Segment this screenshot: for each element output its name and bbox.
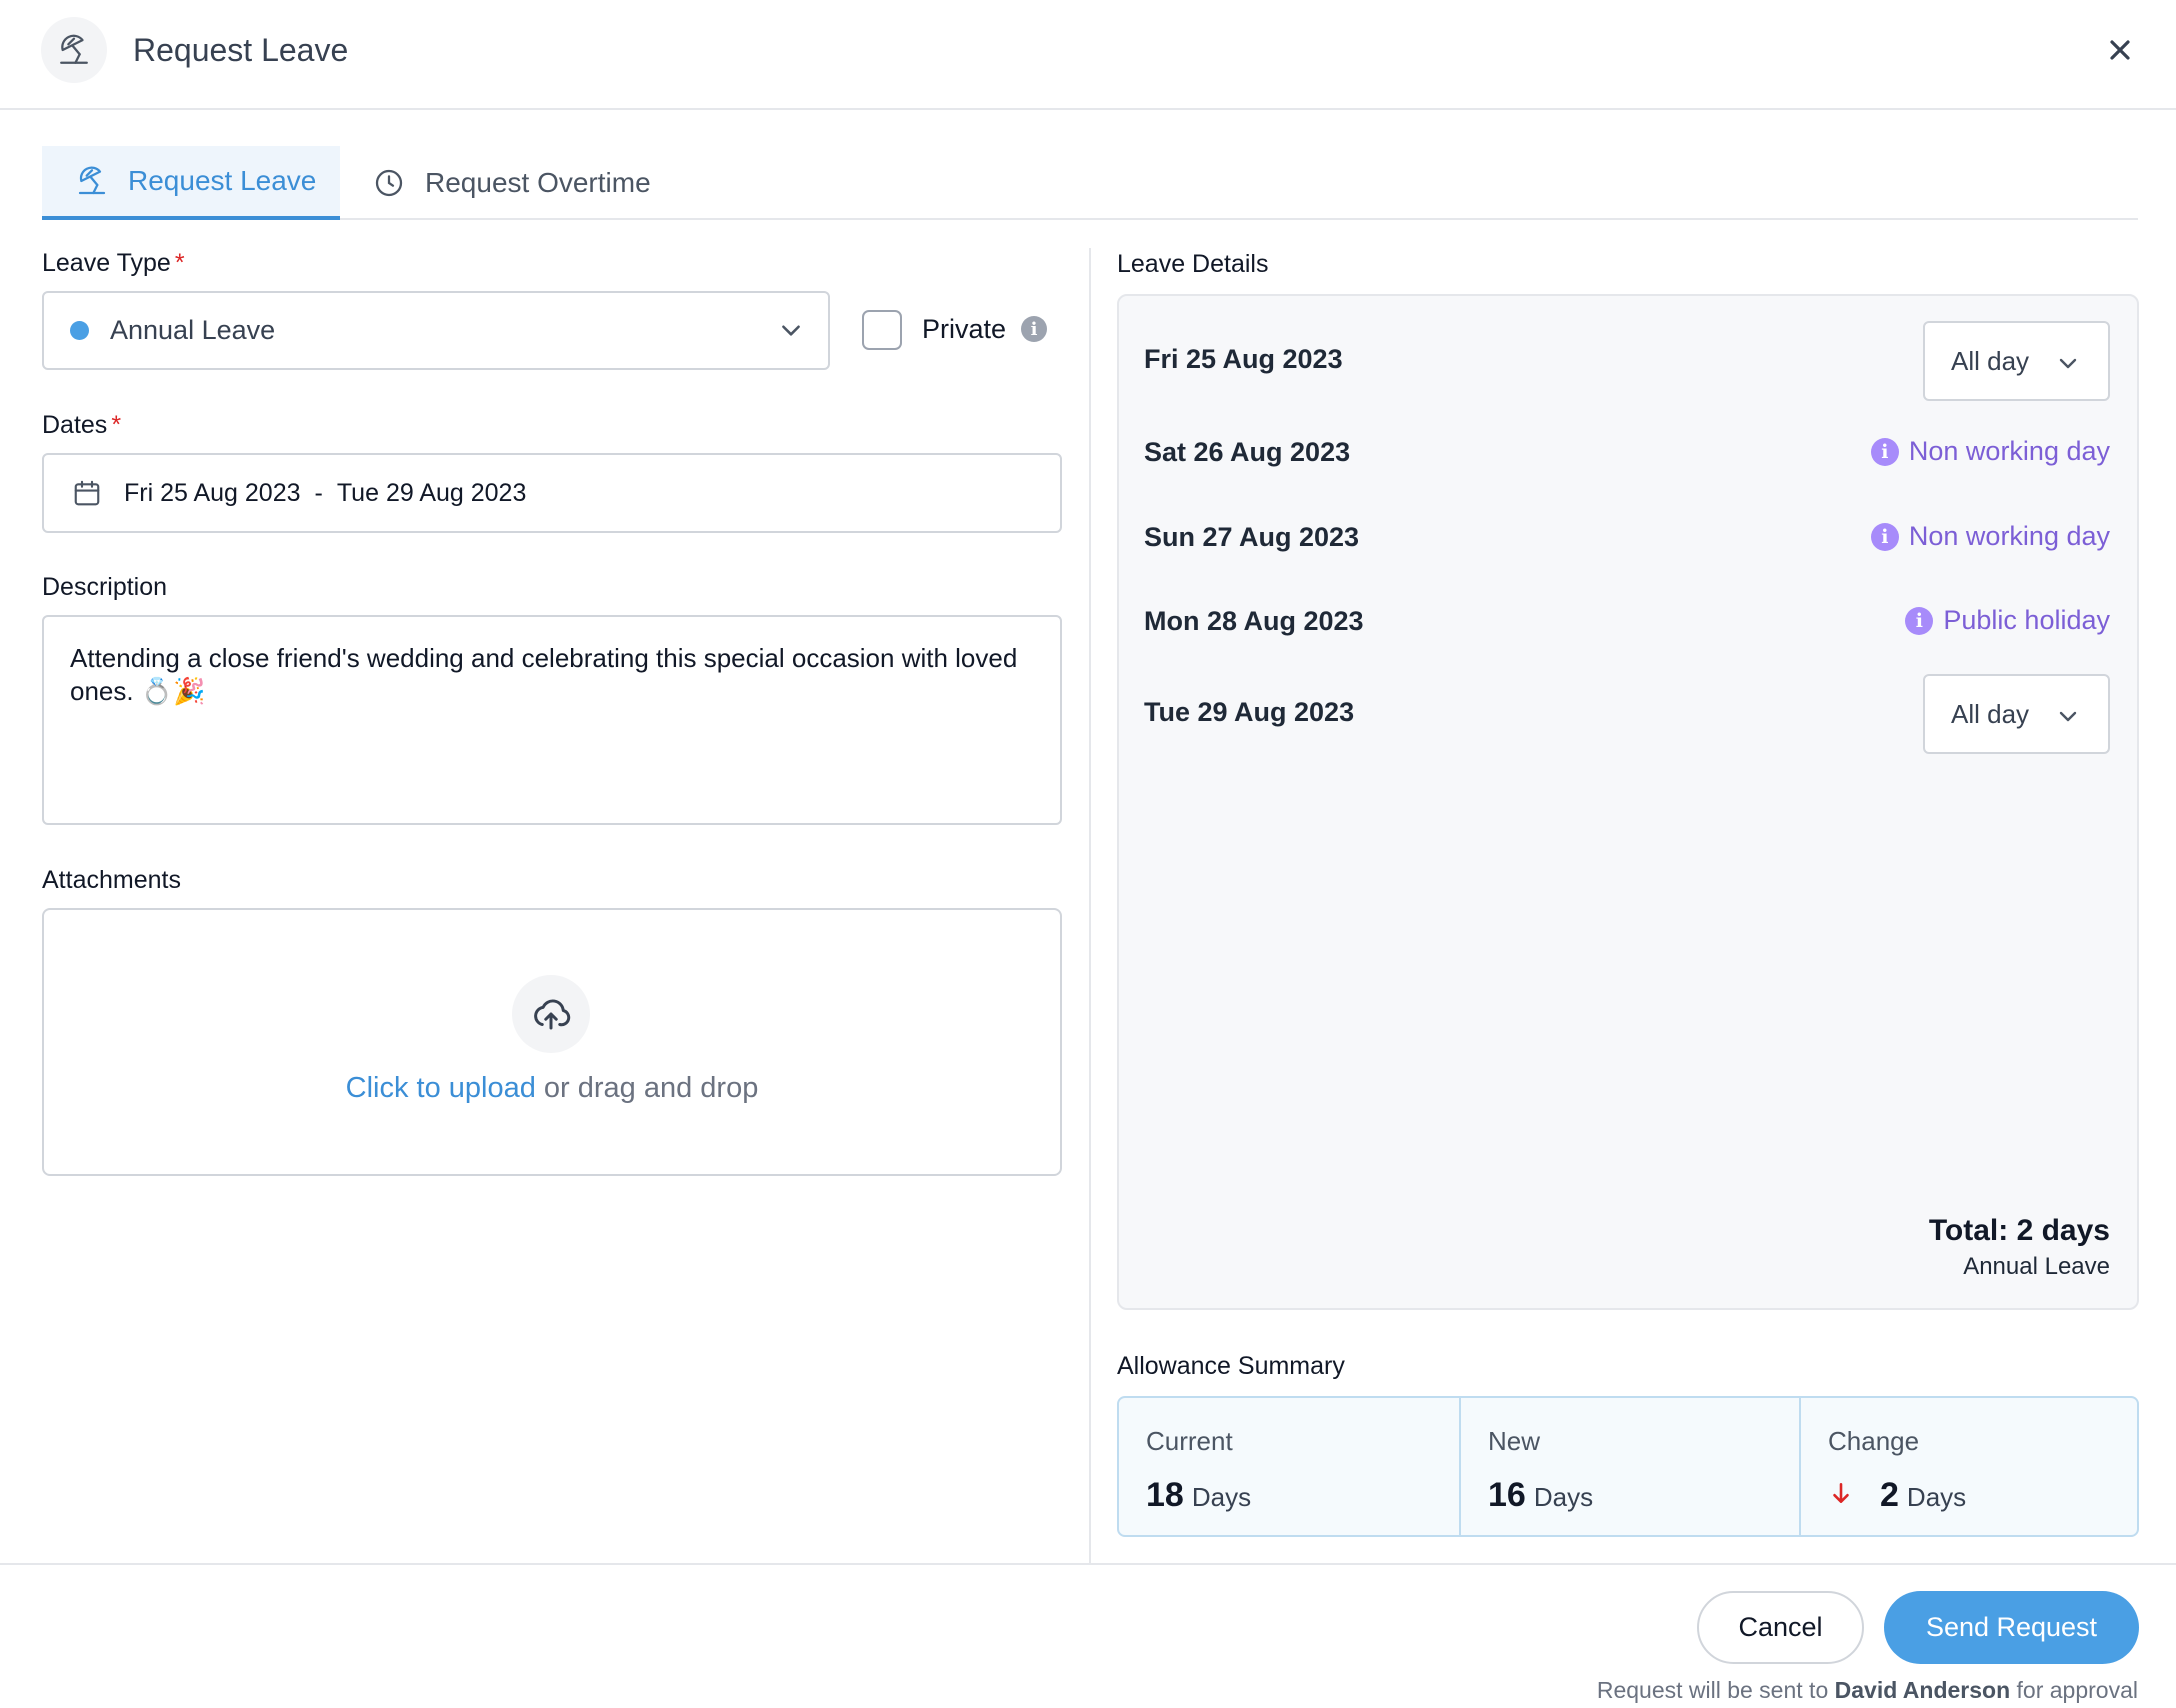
approval-note-prefix: Request will be sent to bbox=[1596, 1677, 1829, 1703]
allowance-value: 16 bbox=[1488, 1476, 1526, 1514]
attachments-label: Attachments bbox=[42, 866, 181, 894]
allowance-unit: Days bbox=[1533, 1482, 1594, 1512]
date-start: Fri 25 Aug 2023 bbox=[124, 478, 301, 507]
leave-total: Total: 2 days bbox=[1928, 1214, 2110, 1247]
day-status: i Non working day bbox=[1870, 436, 2110, 467]
day-status: i Public holiday bbox=[1905, 605, 2110, 636]
info-icon: i bbox=[1870, 522, 1899, 551]
day-duration-select[interactable]: All day bbox=[1923, 321, 2110, 401]
allowance-label: New bbox=[1488, 1426, 1541, 1456]
leave-type-value: Annual Leave bbox=[110, 315, 276, 345]
leave-total-type: Annual Leave bbox=[1963, 1253, 2110, 1280]
leave-type-color-dot bbox=[70, 321, 89, 340]
allowance-value: 2 bbox=[1880, 1476, 1899, 1514]
allowance-summary: Current 18 Days New 16 Days Change 2 Day… bbox=[1117, 1396, 2139, 1537]
allowance-value: 18 bbox=[1146, 1476, 1184, 1514]
description-textarea[interactable]: Attending a close friend's wedding and c… bbox=[42, 615, 1062, 825]
send-request-button[interactable]: Send Request bbox=[1884, 1591, 2139, 1664]
day-duration-value: All day bbox=[1951, 345, 2030, 376]
umbrella-icon bbox=[76, 165, 108, 197]
day-date: Sun 27 Aug 2023 bbox=[1144, 522, 1360, 552]
cancel-button[interactable]: Cancel bbox=[1697, 1591, 1864, 1664]
day-status-text: Non working day bbox=[1908, 521, 2110, 551]
chevron-down-icon bbox=[2059, 711, 2077, 722]
allowance-summary-title: Allowance Summary bbox=[1117, 1352, 1345, 1380]
day-duration-value: All day bbox=[1951, 698, 2030, 729]
day-date: Sat 26 Aug 2023 bbox=[1144, 437, 1351, 467]
footer-divider bbox=[0, 1563, 2176, 1565]
drag-drop-text: or drag and drop bbox=[543, 1072, 759, 1104]
info-icon[interactable]: i bbox=[1021, 316, 1047, 342]
chevron-down-icon bbox=[2059, 358, 2077, 369]
column-divider bbox=[1089, 248, 1091, 1564]
date-end: Tue 29 Aug 2023 bbox=[336, 478, 527, 507]
required-mark: * bbox=[111, 411, 122, 439]
private-label: Private bbox=[922, 314, 1007, 344]
allowance-label: Current bbox=[1146, 1426, 1233, 1456]
day-duration-select[interactable]: All day bbox=[1923, 674, 2110, 754]
leave-details-title: Leave Details bbox=[1117, 250, 1269, 278]
allowance-new: New 16 Days bbox=[1459, 1398, 1799, 1535]
info-icon: i bbox=[1905, 606, 1934, 635]
clock-icon bbox=[373, 167, 405, 199]
tab-label: Request Leave bbox=[128, 165, 317, 196]
leave-type-select[interactable]: Annual Leave bbox=[42, 291, 830, 370]
leave-type-label: Leave Type * bbox=[42, 249, 185, 277]
description-label: Description bbox=[42, 573, 168, 601]
private-checkbox[interactable] bbox=[862, 310, 902, 350]
allowance-unit: Days bbox=[1191, 1482, 1252, 1512]
umbrella-icon bbox=[41, 17, 107, 83]
allowance-unit: Days bbox=[1906, 1482, 1967, 1512]
close-icon[interactable] bbox=[2100, 30, 2140, 70]
day-status-text: Non working day bbox=[1908, 436, 2110, 466]
dates-label: Dates * bbox=[42, 411, 122, 439]
click-to-upload-link[interactable]: Click to upload bbox=[346, 1072, 536, 1104]
info-icon: i bbox=[1870, 437, 1899, 466]
allowance-change: Change 2 Days bbox=[1799, 1398, 2137, 1535]
upload-cloud-icon bbox=[512, 975, 590, 1053]
day-status: i Non working day bbox=[1870, 521, 2110, 552]
calendar-icon bbox=[72, 478, 102, 508]
upload-text: Click to upload or drag and drop bbox=[42, 1072, 1062, 1105]
modal-title: Request Leave bbox=[133, 32, 349, 68]
approval-note-suffix: for approval bbox=[2016, 1677, 2138, 1703]
approval-note: Request will be sent to David Anderson f… bbox=[1597, 1677, 2138, 1704]
day-status-text: Public holiday bbox=[1943, 605, 2110, 635]
allowance-current: Current 18 Days bbox=[1119, 1398, 1459, 1535]
required-mark: * bbox=[174, 249, 185, 277]
approver-name: David Anderson bbox=[1834, 1677, 2011, 1703]
allowance-label: Change bbox=[1828, 1426, 1920, 1456]
tab-label: Request Overtime bbox=[425, 167, 651, 198]
tabs-divider bbox=[42, 218, 2138, 220]
day-date: Mon 28 Aug 2023 bbox=[1144, 606, 1364, 636]
tab-request-overtime[interactable]: Request Overtime bbox=[370, 146, 670, 220]
date-separator: - bbox=[314, 478, 323, 507]
day-date: Fri 25 Aug 2023 bbox=[1144, 344, 1343, 374]
arrow-down-icon bbox=[1828, 1480, 1854, 1506]
tab-request-leave[interactable]: Request Leave bbox=[42, 146, 340, 220]
day-date: Tue 29 Aug 2023 bbox=[1144, 697, 1355, 727]
chevron-down-icon bbox=[778, 317, 804, 350]
date-range-input[interactable]: Fri 25 Aug 2023 - Tue 29 Aug 2023 bbox=[42, 453, 1062, 533]
